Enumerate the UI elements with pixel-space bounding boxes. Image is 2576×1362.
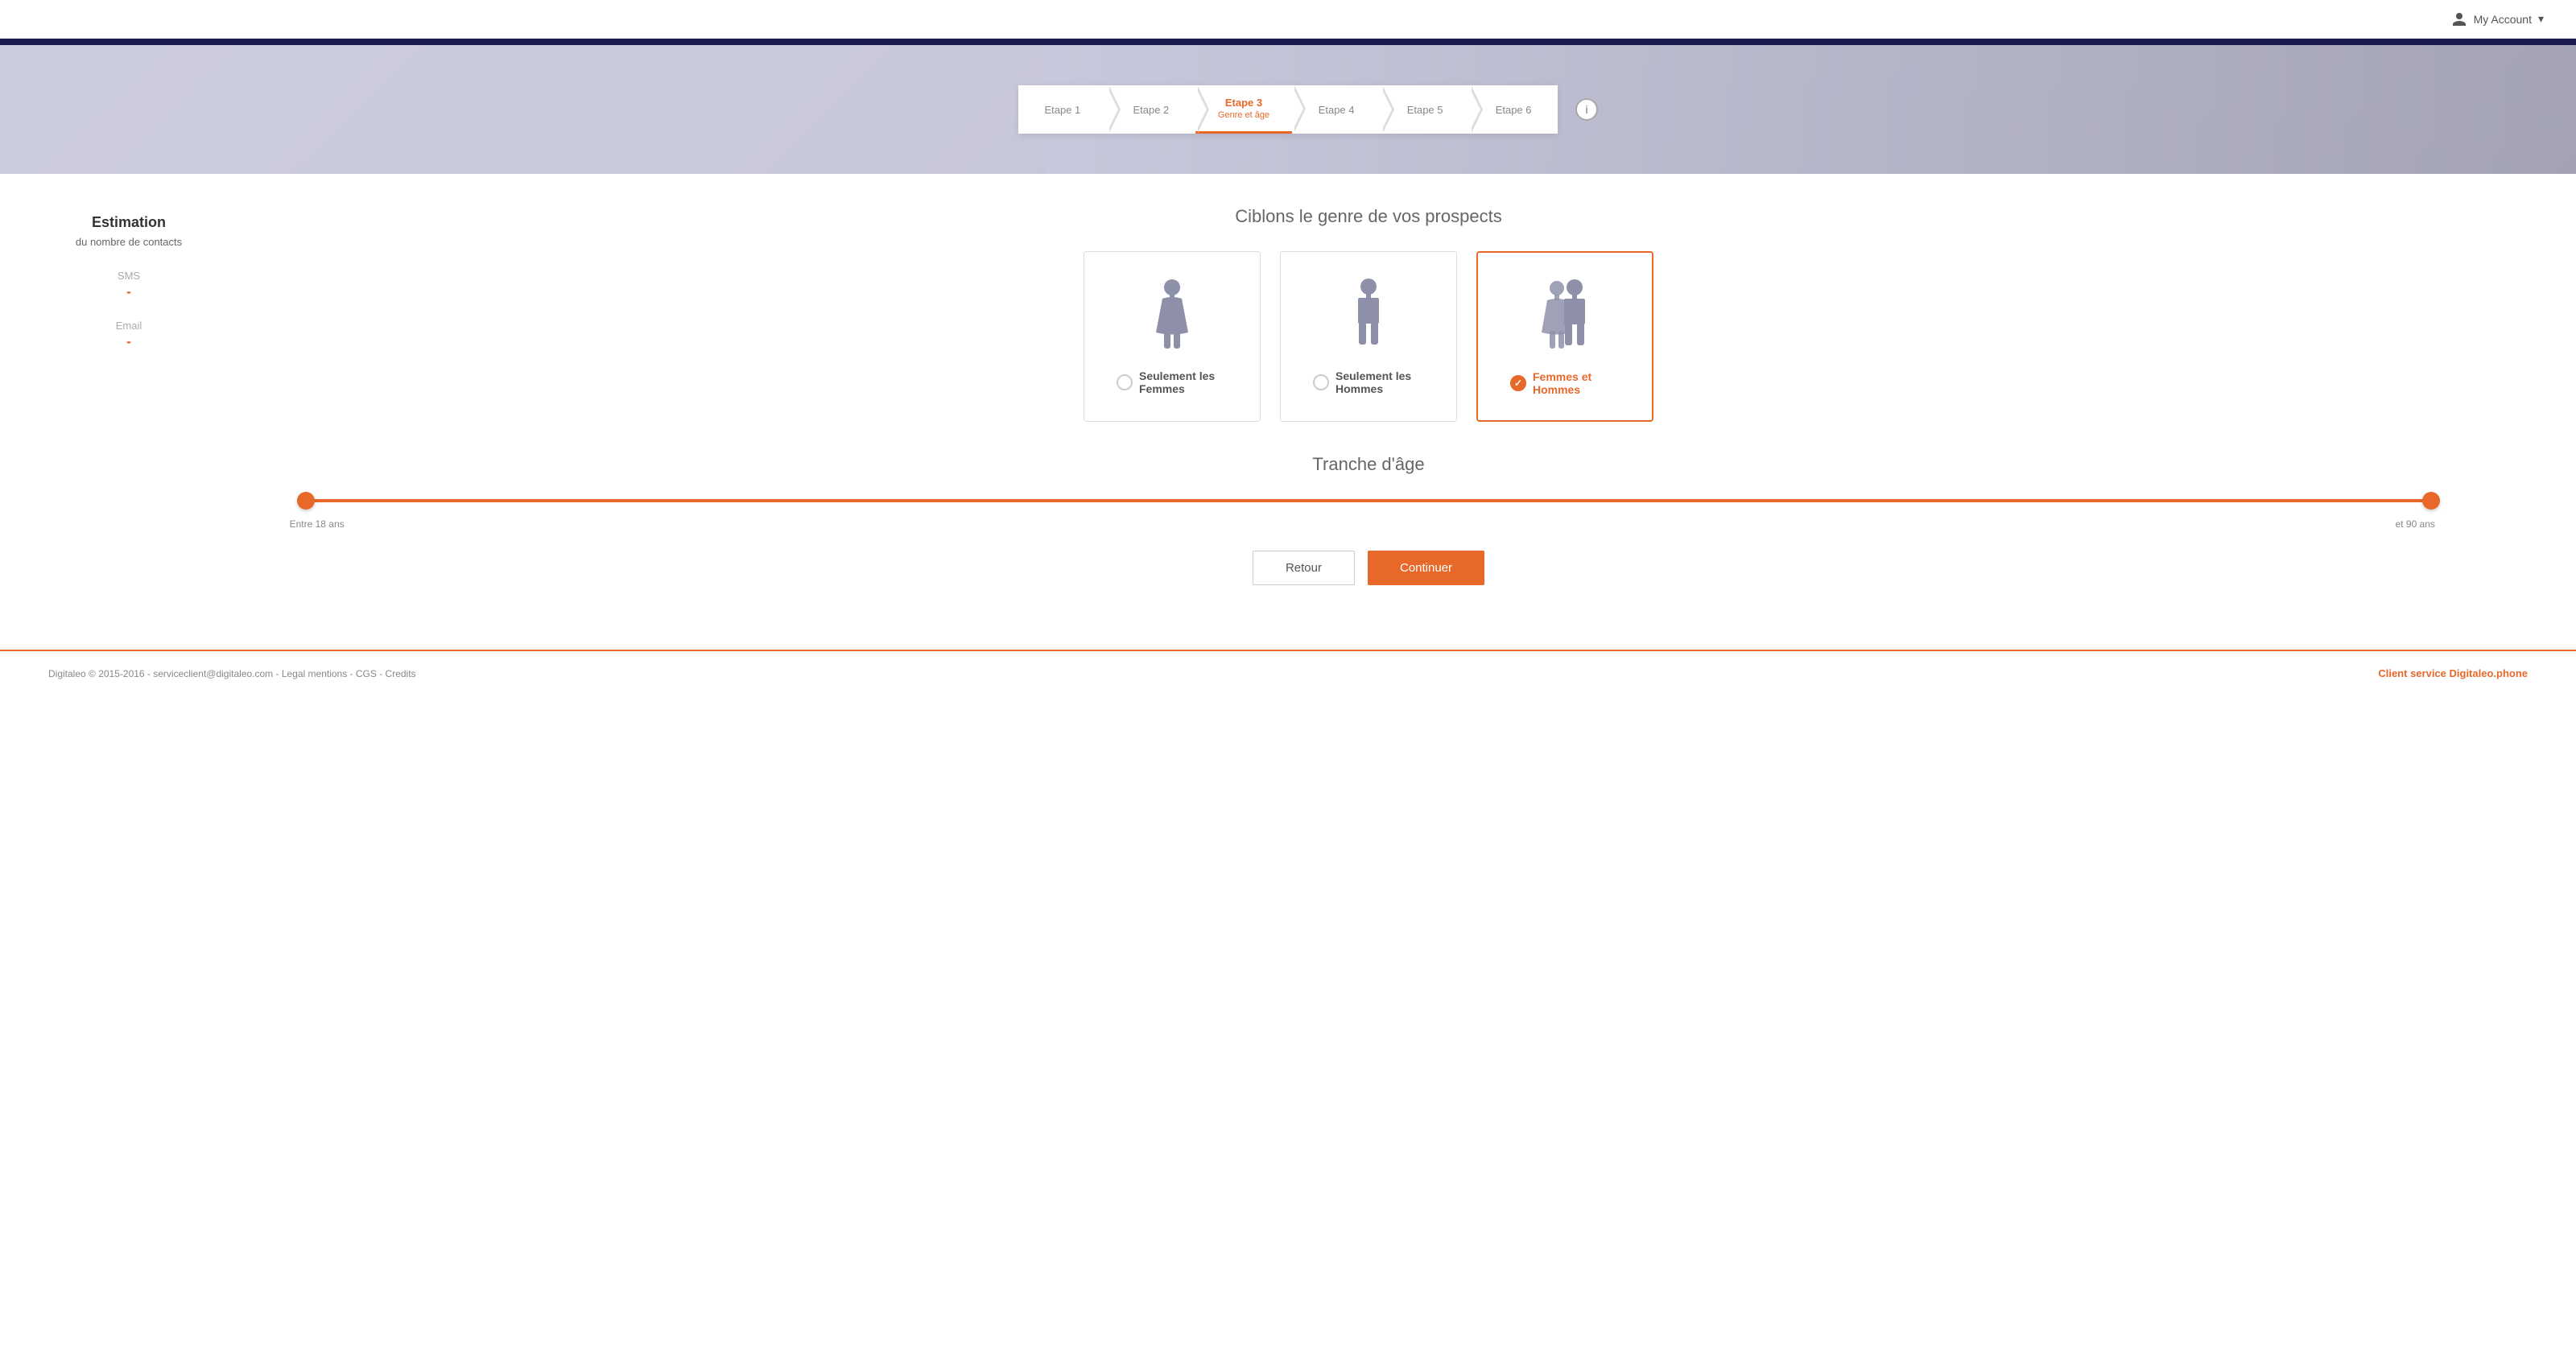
slider-label-max: et 90 ans	[2396, 518, 2435, 530]
both-label: Femmes et Hommes	[1533, 370, 1620, 396]
gender-section-title: Ciblons le genre de vos prospects	[258, 206, 2479, 227]
step-sub-3: Genre et âge	[1218, 110, 1269, 120]
gender-cards: Seulement les Femmes	[258, 251, 2479, 422]
continuer-button[interactable]: Continuer	[1368, 551, 1484, 585]
info-icon[interactable]: i	[1575, 98, 1598, 121]
male-icon-container	[1348, 276, 1389, 357]
gender-card-hommes[interactable]: Seulement les Hommes	[1280, 251, 1457, 422]
male-silhouette	[1348, 276, 1389, 357]
slider-thumb-max[interactable]	[2422, 492, 2440, 510]
hommes-radio[interactable]	[1313, 374, 1329, 390]
slider-label-min: Entre 18 ans	[290, 518, 345, 530]
step-label-2: Etape 2	[1133, 104, 1169, 116]
both-radio[interactable]	[1510, 375, 1526, 391]
footer-left-text: Digitaleo © 2015-2016 - serviceclient@di…	[48, 668, 416, 679]
footer-right: Client service Digitaleo.phone	[2378, 667, 2528, 679]
step-label-6: Etape 6	[1496, 104, 1532, 116]
retour-button[interactable]: Retour	[1253, 551, 1355, 585]
account-label: My Account	[2474, 13, 2532, 26]
estimation-subtitle: du nombre de contacts	[48, 234, 209, 250]
estimation-sms: SMS -	[48, 270, 209, 300]
step-label-1: Etape 1	[1044, 104, 1080, 116]
sms-value: -	[48, 283, 209, 300]
footer-right-prefix: Client service	[2378, 667, 2449, 679]
gender-card-femmes[interactable]: Seulement les Femmes	[1084, 251, 1261, 422]
step-etape1[interactable]: Etape 1	[1018, 85, 1107, 134]
both-icon-container	[1529, 277, 1601, 357]
both-silhouette	[1529, 277, 1601, 357]
action-buttons: Retour Continuer	[258, 551, 2479, 585]
account-caret: ▾	[2538, 12, 2544, 26]
hero-banner: Etape 1 Etape 2 Etape 3 Genre et âge Eta…	[0, 45, 2576, 174]
female-icon-container	[1148, 276, 1196, 357]
footer: Digitaleo © 2015-2016 - serviceclient@di…	[0, 650, 2576, 695]
person-icon	[2451, 11, 2467, 27]
estimation-sidebar: Estimation du nombre de contacts SMS - E…	[48, 206, 209, 585]
gender-card-both[interactable]: Femmes et Hommes	[1476, 251, 1653, 422]
both-radio-row: Femmes et Hommes	[1510, 370, 1620, 396]
slider-fill	[306, 499, 2431, 502]
age-section-title: Tranche d'âge	[258, 454, 2479, 475]
step-label-5: Etape 5	[1407, 104, 1443, 116]
femmes-radio[interactable]	[1117, 374, 1133, 390]
step-etape3[interactable]: Etape 3 Genre et âge	[1195, 85, 1292, 134]
main-content: Estimation du nombre de contacts SMS - E…	[0, 174, 2576, 617]
footer-right-link[interactable]: Digitaleo.phone	[2450, 667, 2529, 679]
age-slider-container: Entre 18 ans et 90 ans	[306, 499, 2431, 502]
hommes-radio-row: Seulement les Hommes	[1313, 369, 1424, 395]
steps-container: Etape 1 Etape 2 Etape 3 Genre et âge Eta…	[1018, 85, 1558, 134]
footer-left: Digitaleo © 2015-2016 - serviceclient@di…	[48, 668, 416, 679]
femmes-radio-row: Seulement les Femmes	[1117, 369, 1228, 395]
estimation-email: Email -	[48, 320, 209, 350]
female-silhouette	[1148, 276, 1196, 357]
sms-label: SMS	[48, 270, 209, 282]
step-label-3: Etape 3	[1225, 97, 1262, 109]
slider-track	[306, 499, 2431, 502]
hommes-label: Seulement les Hommes	[1335, 369, 1424, 395]
estimation-title: Estimation	[48, 214, 209, 231]
email-value: -	[48, 333, 209, 350]
slider-thumb-min[interactable]	[297, 492, 315, 510]
top-nav: My Account ▾	[0, 0, 2576, 39]
email-label: Email	[48, 320, 209, 332]
blue-bar	[0, 39, 2576, 45]
account-menu[interactable]: My Account ▾	[2451, 11, 2544, 27]
femmes-label: Seulement les Femmes	[1139, 369, 1228, 395]
content-area: Ciblons le genre de vos prospects	[209, 206, 2528, 585]
step-label-4: Etape 4	[1319, 104, 1355, 116]
